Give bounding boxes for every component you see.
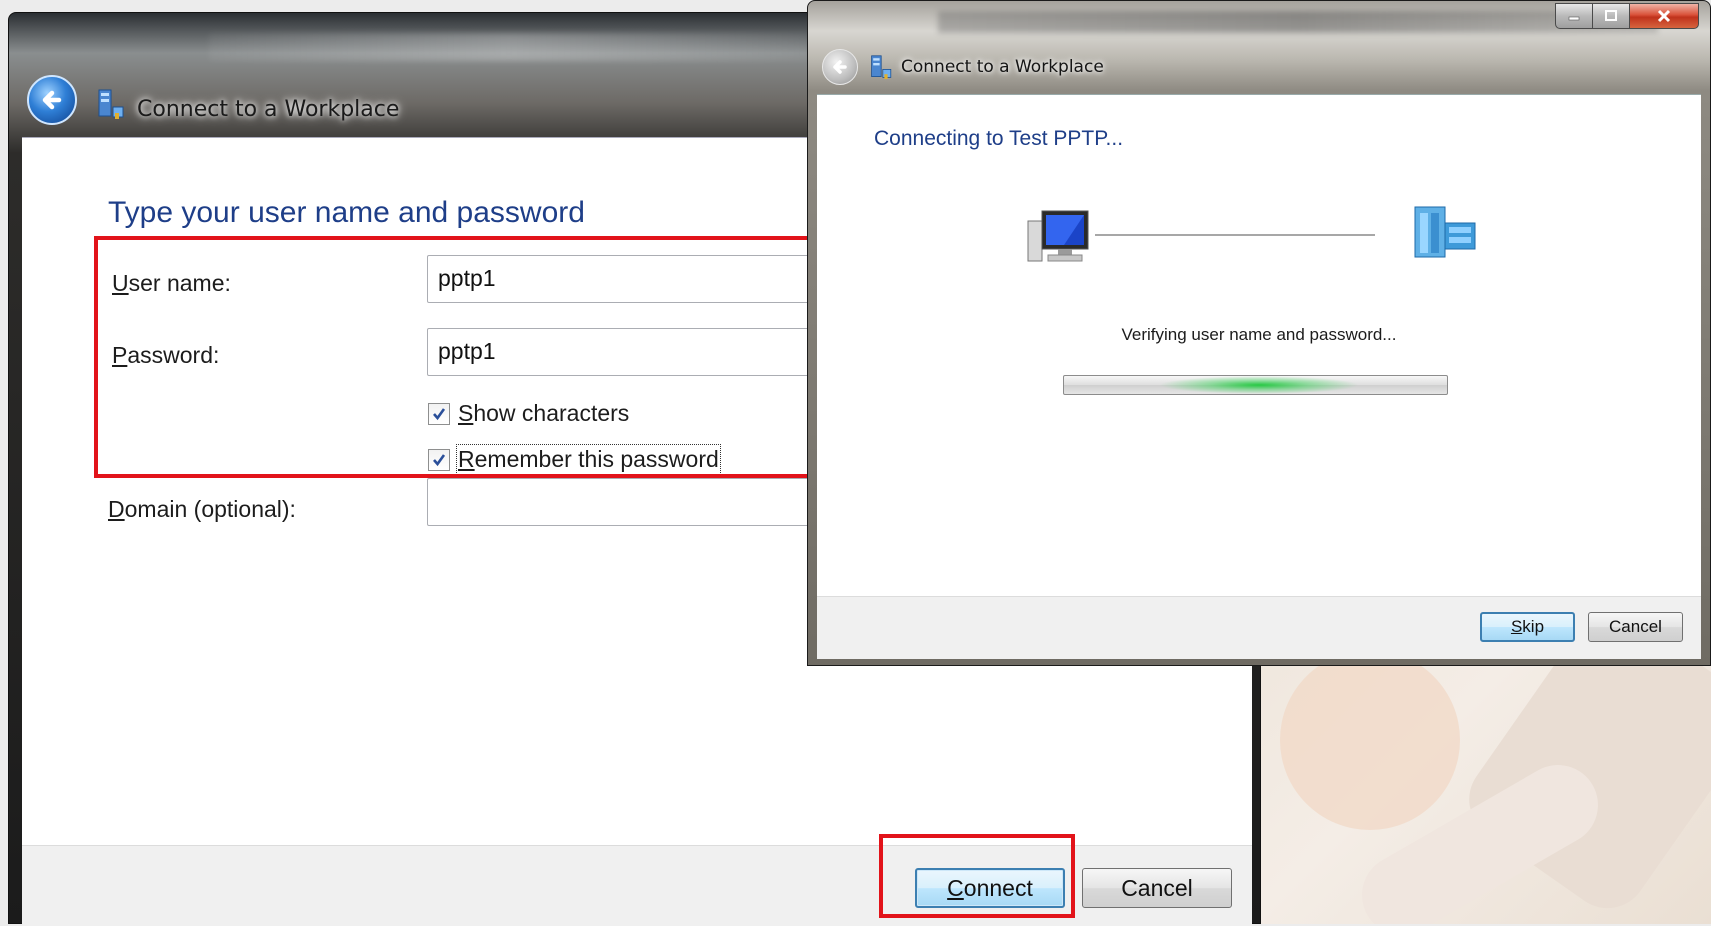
computer-icon — [1027, 210, 1089, 262]
back-button[interactable] — [27, 75, 77, 125]
close-icon — [1657, 9, 1671, 23]
back-arrow-icon — [42, 90, 62, 110]
status-text: Verifying user name and password... — [1121, 325, 1397, 344]
network-wizard-icon — [871, 55, 892, 79]
skip-button[interactable]: Skip — [1480, 612, 1575, 642]
window-title: Connect to a Workplace — [901, 57, 1104, 77]
maximize-button[interactable] — [1592, 3, 1630, 29]
wizard-footer: Connect Cancel — [22, 834, 1252, 926]
connection-line — [1095, 234, 1375, 236]
network-wizard-icon — [98, 89, 124, 119]
skip-accesskey: S — [1510, 617, 1523, 636]
connecting-footer: Skip Cancel — [817, 596, 1701, 659]
wallpaper-shape — [1280, 650, 1460, 830]
titlebar-glass — [938, 11, 1658, 33]
workplace-network-icon — [1414, 206, 1476, 258]
maximize-icon — [1605, 10, 1617, 21]
skip-text: kip — [1522, 617, 1545, 636]
minimize-icon — [1568, 16, 1580, 21]
progress-glow — [1159, 376, 1359, 394]
credentials-highlight-box — [94, 236, 854, 478]
close-button[interactable] — [1629, 3, 1699, 29]
domain-label: Domain (optional): — [108, 496, 296, 523]
titlebar-glass — [209, 33, 809, 61]
connecting-heading: Connecting to Test PPTP... — [874, 127, 1124, 150]
back-arrow-icon — [833, 60, 847, 74]
domain-label-accesskey: D — [108, 496, 125, 522]
page-heading: Type your user name and password — [108, 196, 585, 229]
connecting-content: Connecting to Test PPTP... Verifying use… — [817, 94, 1701, 597]
cancel-button[interactable]: Cancel — [1082, 868, 1232, 908]
cancel-button[interactable]: Cancel — [1588, 612, 1683, 642]
window-title: Connect to a Workplace — [137, 97, 400, 122]
progress-bar — [1063, 375, 1448, 395]
domain-label-text: omain (optional): — [124, 496, 296, 522]
minimize-button[interactable] — [1555, 3, 1593, 29]
connect-highlight-box — [879, 834, 1075, 918]
connecting-window: Connect to a Workplace Connecting to Tes… — [807, 0, 1711, 666]
back-button[interactable] — [822, 49, 858, 85]
